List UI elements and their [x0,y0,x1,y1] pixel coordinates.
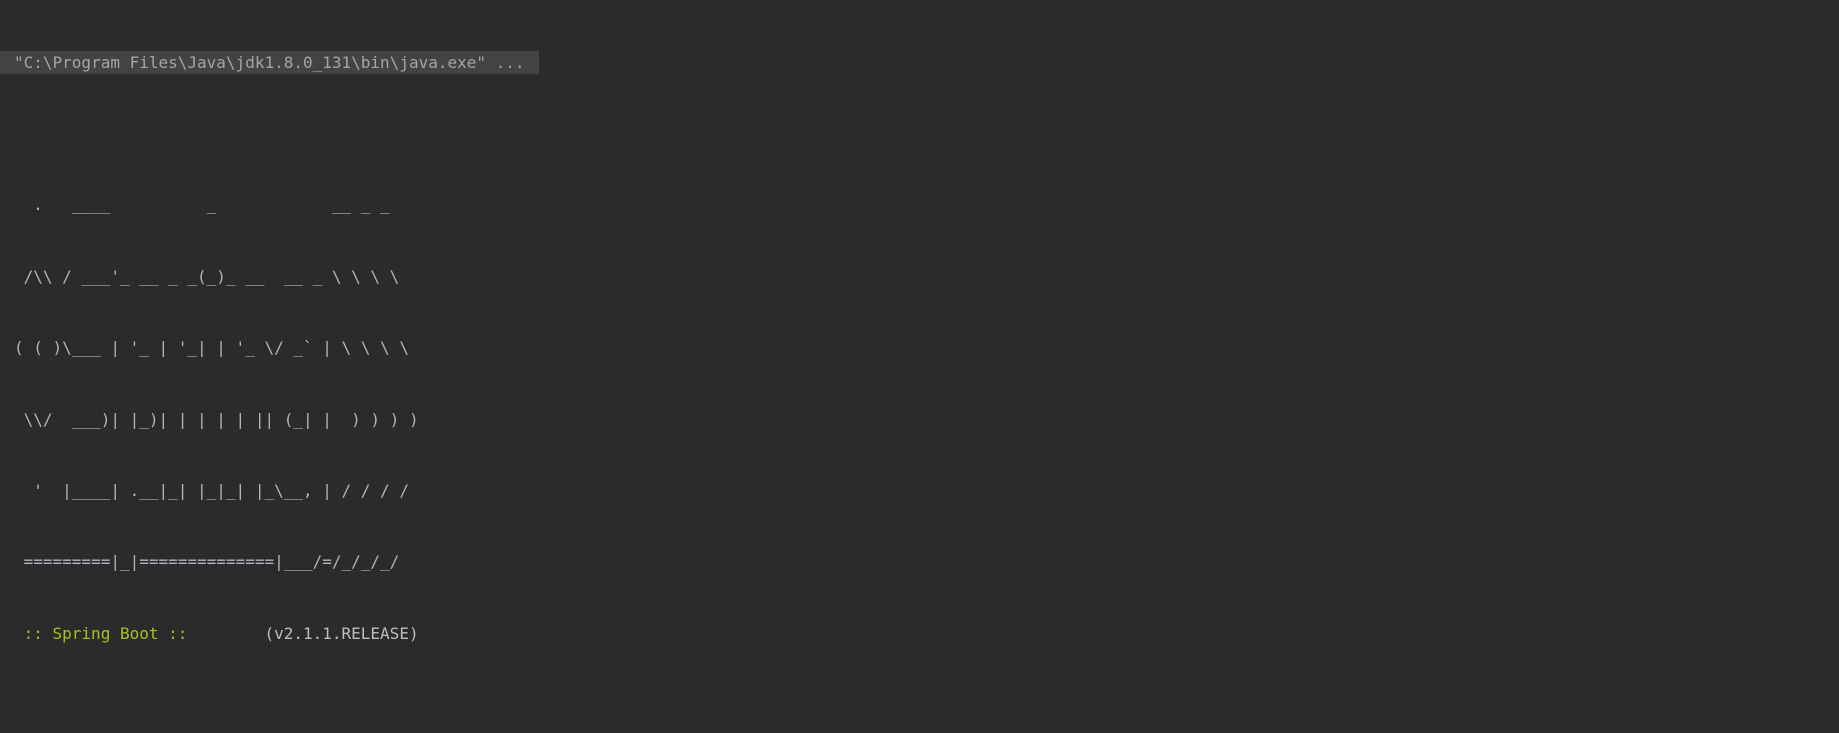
banner-art-line: ( ( )\___ | '_ | '_| | '_ \/ _` | \ \ \ … [14,338,409,358]
banner-art-line: ' |____| .__|_| |_|_| |_\__, | / / / / [14,480,409,500]
banner-art-line: . ____ _ __ _ _ [14,195,390,215]
command-line-row: "C:\Program Files\Java\jdk1.8.0_131\bin\… [0,50,1839,75]
spring-boot-version-line: :: Spring Boot :: (v2.1.1.RELEASE) [14,622,1839,646]
banner-art-line: /\\ / ___'_ __ _ _(_)_ __ __ _ \ \ \ \ [14,266,400,286]
spring-boot-label: :: Spring Boot :: [23,623,188,643]
console-output: "C:\Program Files\Java\jdk1.8.0_131\bin\… [0,0,1839,733]
spring-boot-version: (v2.1.1.RELEASE) [264,623,419,643]
java-command-line[interactable]: "C:\Program Files\Java\jdk1.8.0_131\bin\… [0,50,539,75]
banner-art-line: \\/ ___)| |_)| | | | | || (_| | ) ) ) ) [14,409,419,429]
banner-art-line: =========|_|==============|___/=/_/_/_/ [14,552,400,572]
